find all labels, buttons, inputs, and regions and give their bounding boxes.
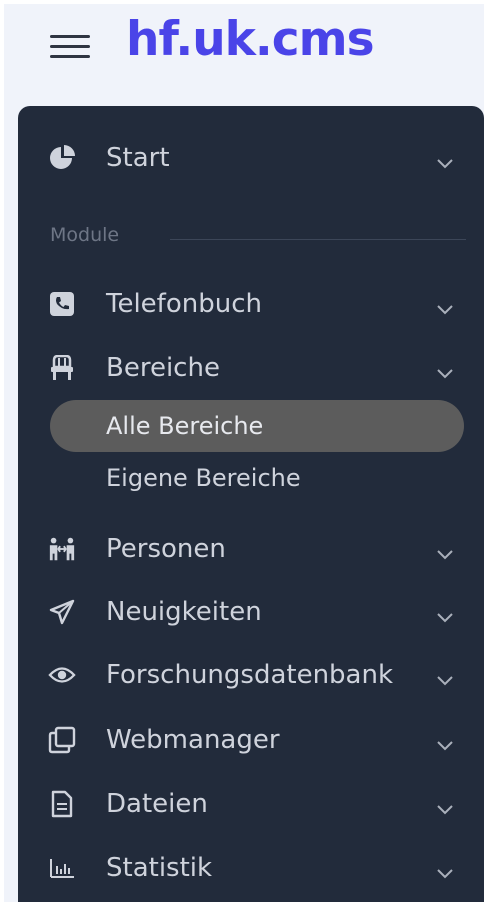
copy-icon [48,726,76,754]
sidebar-item-label: Start [106,143,170,173]
sidebar-item-bereiche[interactable]: Bereiche [18,340,484,396]
sidebar-item-label: Dateien [106,789,208,819]
chevron-down-icon [437,159,453,169]
sidebar-item-label: Forschungsdatenbank [106,660,394,690]
sidebar-item-dateien[interactable]: Dateien [18,776,484,832]
bar-chart-icon [48,854,76,882]
submenu-item-label: Eigene Bereiche [106,464,301,492]
sidebar-item-label: Neuigkeiten [106,597,262,627]
pie-chart-icon [48,144,76,172]
hamburger-menu-icon[interactable] [50,32,90,62]
sidebar-item-label: Personen [106,534,226,564]
chair-icon [48,354,76,382]
section-label-module: Module [50,224,120,246]
paper-plane-icon [48,598,76,626]
sidebar-item-telefonbuch[interactable]: Telefonbuch [18,276,484,332]
chevron-down-icon [437,741,453,751]
sidebar: Start Module Telefonbuch Bereiche Alle B… [18,106,484,902]
eye-icon [48,661,76,689]
sidebar-item-label: Statistik [106,853,213,883]
sidebar-item-start[interactable]: Start [18,130,484,186]
app-logo[interactable]: hf.uk.cms [126,10,375,70]
chevron-down-icon [437,676,453,686]
section-divider [170,239,466,240]
chevron-down-icon [437,869,453,879]
file-icon [48,790,76,818]
app-shell: hf.uk.cms Start Module Telefonbuch Berei… [4,4,484,902]
top-bar: hf.uk.cms [4,4,484,104]
sidebar-item-label: Bereiche [106,353,220,383]
sidebar-item-label: Webmanager [106,725,280,755]
chevron-down-icon [437,305,453,315]
sidebar-item-neuigkeiten[interactable]: Neuigkeiten [18,584,484,640]
submenu-item-label: Alle Bereiche [106,412,264,440]
chevron-down-icon [437,805,453,815]
chevron-down-icon [437,613,453,623]
sidebar-item-forschungsdatenbank[interactable]: Forschungsdatenbank [18,647,484,703]
chevron-down-icon [437,369,453,379]
submenu-item-alle-bereiche[interactable]: Alle Bereiche [50,400,464,452]
sidebar-item-label: Telefonbuch [106,289,262,319]
sidebar-item-statistik[interactable]: Statistik [18,840,484,896]
sidebar-item-personen[interactable]: Personen [18,521,484,577]
submenu-item-eigene-bereiche[interactable]: Eigene Bereiche [50,452,464,504]
chevron-down-icon [437,550,453,560]
sidebar-item-webmanager[interactable]: Webmanager [18,712,484,768]
phone-icon [48,290,76,318]
people-icon [48,535,76,563]
